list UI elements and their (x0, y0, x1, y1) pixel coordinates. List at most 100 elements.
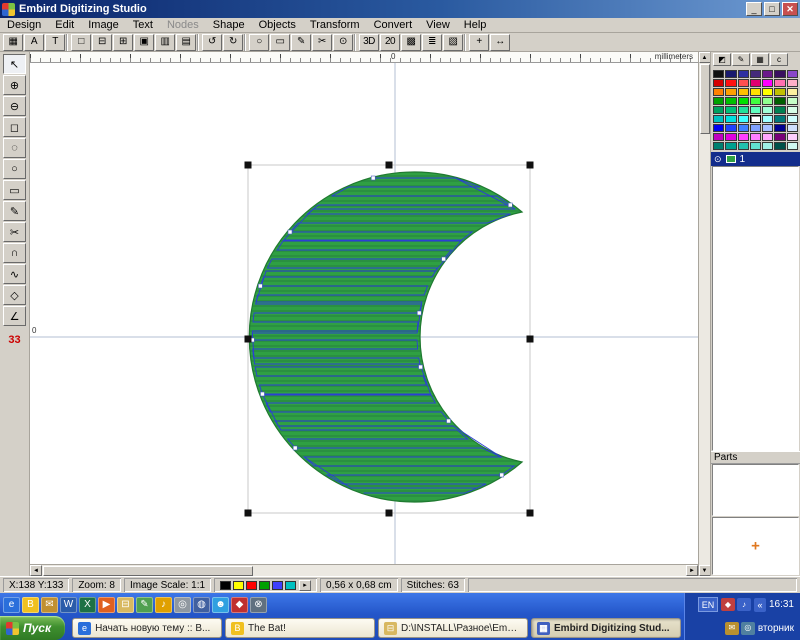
tool-button[interactable]: ◻ (3, 117, 26, 137)
color-swatch[interactable] (787, 124, 798, 132)
tray-icon[interactable]: ◎ (741, 622, 755, 635)
color-swatch[interactable] (774, 133, 785, 141)
maximize-button[interactable]: □ (764, 2, 780, 16)
color-swatch[interactable] (750, 133, 761, 141)
color-swatch[interactable] (787, 115, 798, 123)
color-swatch[interactable] (762, 70, 773, 78)
scroll-down-arrow[interactable]: ▼ (699, 565, 711, 576)
color-swatch[interactable] (738, 79, 749, 87)
menu-item[interactable]: Help (457, 19, 494, 31)
toolbar-button[interactable]: ✎ (291, 34, 311, 51)
handle-top-right[interactable] (527, 162, 534, 169)
vertical-scroll-thumb[interactable] (700, 64, 710, 134)
color-swatch[interactable] (725, 70, 736, 78)
color-swatch[interactable] (787, 142, 798, 150)
toolbar-button[interactable]: ✂ (312, 34, 332, 51)
menu-item[interactable]: Objects (252, 19, 303, 31)
palette-tool-button[interactable]: ✎ (732, 53, 750, 66)
status-color-swatch[interactable] (246, 581, 257, 590)
handle-mid-left[interactable] (245, 336, 252, 343)
color-swatch[interactable] (774, 70, 785, 78)
color-swatch[interactable] (738, 133, 749, 141)
quick-launch-icon[interactable]: B (22, 597, 39, 613)
color-swatch[interactable] (713, 106, 724, 114)
color-swatch[interactable] (774, 97, 785, 105)
tool-button[interactable]: ○ (3, 159, 26, 179)
status-color-swatch[interactable] (259, 581, 270, 590)
clock[interactable]: 16:31 (769, 599, 794, 610)
quick-launch-icon[interactable]: ♪ (155, 597, 172, 613)
color-swatch[interactable] (787, 88, 798, 96)
toolbar-button[interactable]: ⊙ (333, 34, 353, 51)
quick-launch-icon[interactable]: W (60, 597, 77, 613)
toolbar-button[interactable] (66, 34, 70, 51)
color-swatch[interactable] (762, 124, 773, 132)
quick-launch-icon[interactable]: ☻ (212, 597, 229, 613)
tray-icon[interactable]: ✉ (725, 622, 739, 635)
tool-button[interactable]: ▭ (3, 180, 26, 200)
palette-tool-button[interactable]: ▦ (751, 53, 769, 66)
tool-button[interactable]: ◌ (3, 138, 26, 158)
color-swatch[interactable] (713, 97, 724, 105)
color-swatch[interactable] (725, 79, 736, 87)
tool-button[interactable]: ∿ (3, 264, 26, 284)
color-swatch[interactable] (725, 115, 736, 123)
handle-bottom-left[interactable] (245, 510, 252, 517)
color-swatch[interactable] (774, 124, 785, 132)
toolbar-button[interactable]: □ (71, 34, 91, 51)
color-swatch[interactable] (738, 70, 749, 78)
scroll-left-arrow[interactable]: ◄ (30, 565, 42, 576)
status-color-swatch[interactable] (233, 581, 244, 590)
toolbar-button[interactable]: ▩ (401, 34, 421, 51)
color-swatch[interactable] (787, 97, 798, 105)
quick-launch-icon[interactable]: ✉ (41, 597, 58, 613)
color-swatch[interactable] (787, 70, 798, 78)
tool-button[interactable]: ⊖ (3, 96, 26, 116)
tool-button[interactable]: ∩ (3, 243, 26, 263)
color-swatch[interactable] (774, 142, 785, 150)
toolbar-button[interactable]: T (45, 34, 65, 51)
color-swatch[interactable] (750, 142, 761, 150)
color-swatch[interactable] (787, 106, 798, 114)
quick-launch-icon[interactable]: X (79, 597, 96, 613)
color-swatch[interactable] (762, 88, 773, 96)
color-swatch[interactable] (762, 97, 773, 105)
status-color-swatch[interactable] (220, 581, 231, 590)
toolbar-button[interactable]: ▤ (176, 34, 196, 51)
color-swatch[interactable] (713, 124, 724, 132)
toolbar-button[interactable] (354, 34, 358, 51)
tool-button[interactable]: ✂ (3, 222, 26, 242)
tray-icon[interactable]: ♪ (737, 598, 751, 611)
tool-button[interactable]: ✎ (3, 201, 26, 221)
color-swatch[interactable] (750, 70, 761, 78)
color-swatch[interactable] (787, 79, 798, 87)
color-swatch[interactable] (750, 97, 761, 105)
design-surface[interactable] (30, 52, 698, 564)
color-swatch[interactable] (713, 133, 724, 141)
color-swatch[interactable] (725, 88, 736, 96)
toolbar-button[interactable] (197, 34, 201, 51)
taskbar-task[interactable]: ⊟ D:\INSTALL\Разное\Embird (378, 618, 528, 638)
color-swatch[interactable] (787, 133, 798, 141)
handle-bottom-right[interactable] (527, 510, 534, 517)
tool-button[interactable]: ◇ (3, 285, 26, 305)
toolbar-button[interactable]: ↺ (202, 34, 222, 51)
quick-launch-icon[interactable]: ◎ (174, 597, 191, 613)
toolbar-button[interactable]: ▥ (155, 34, 175, 51)
color-swatch[interactable] (750, 88, 761, 96)
color-swatch[interactable] (725, 106, 736, 114)
quick-launch-icon[interactable]: ◆ (231, 597, 248, 613)
color-swatch[interactable] (725, 97, 736, 105)
quick-launch-icon[interactable]: ◍ (193, 597, 210, 613)
color-swatch[interactable] (725, 133, 736, 141)
parts-list[interactable] (712, 464, 799, 516)
layer-row[interactable]: ⊙ 1 (711, 152, 800, 166)
visibility-icon[interactable]: ⊙ (714, 154, 722, 165)
handle-top-center[interactable] (386, 162, 393, 169)
toolbar-button[interactable] (244, 34, 248, 51)
toolbar-button[interactable]: ○ (249, 34, 269, 51)
color-swatch[interactable] (750, 124, 761, 132)
menu-item[interactable]: Text (126, 19, 160, 31)
menu-item[interactable]: Transform (303, 19, 367, 31)
menu-item[interactable]: Design (0, 19, 48, 31)
